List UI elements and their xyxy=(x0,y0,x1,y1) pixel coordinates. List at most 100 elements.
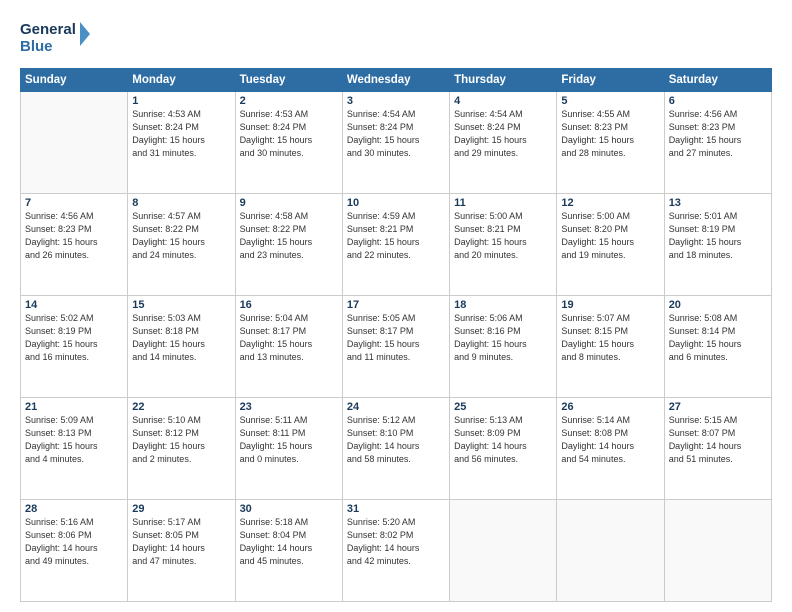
info-line: Sunrise: 5:05 AM xyxy=(347,313,416,323)
info-line: Sunset: 8:24 PM xyxy=(240,122,307,132)
info-line: and 29 minutes. xyxy=(454,148,518,158)
info-line: Daylight: 15 hours xyxy=(25,339,98,349)
info-line: Daylight: 14 hours xyxy=(669,441,742,451)
info-line: and 2 minutes. xyxy=(132,454,191,464)
info-line: Sunrise: 5:00 AM xyxy=(454,211,523,221)
day-number: 26 xyxy=(561,401,659,413)
header-friday: Friday xyxy=(557,69,664,92)
info-line: Sunset: 8:05 PM xyxy=(132,530,199,540)
info-line: Daylight: 15 hours xyxy=(561,135,634,145)
day-info: Sunrise: 4:54 AMSunset: 8:24 PMDaylight:… xyxy=(454,108,552,160)
info-line: Sunset: 8:24 PM xyxy=(454,122,521,132)
day-info: Sunrise: 5:01 AMSunset: 8:19 PMDaylight:… xyxy=(669,210,767,262)
day-info: Sunrise: 5:00 AMSunset: 8:21 PMDaylight:… xyxy=(454,210,552,262)
day-info: Sunrise: 4:59 AMSunset: 8:21 PMDaylight:… xyxy=(347,210,445,262)
table-row: 18Sunrise: 5:06 AMSunset: 8:16 PMDayligh… xyxy=(450,296,557,398)
day-number: 3 xyxy=(347,95,445,107)
info-line: and 31 minutes. xyxy=(132,148,196,158)
info-line: Sunrise: 5:11 AM xyxy=(240,415,308,425)
table-row xyxy=(21,92,128,194)
info-line: and 20 minutes. xyxy=(454,250,518,260)
day-info: Sunrise: 5:18 AMSunset: 8:04 PMDaylight:… xyxy=(240,516,338,568)
info-line: Sunrise: 5:15 AM xyxy=(669,415,738,425)
day-number: 16 xyxy=(240,299,338,311)
info-line: Sunrise: 4:56 AM xyxy=(25,211,94,221)
info-line: Sunrise: 5:13 AM xyxy=(454,415,523,425)
info-line: Daylight: 14 hours xyxy=(454,441,527,451)
info-line: Daylight: 15 hours xyxy=(240,135,313,145)
table-row: 25Sunrise: 5:13 AMSunset: 8:09 PMDayligh… xyxy=(450,398,557,500)
info-line: Daylight: 14 hours xyxy=(347,543,420,553)
info-line: Sunrise: 5:09 AM xyxy=(25,415,94,425)
info-line: Sunrise: 5:04 AM xyxy=(240,313,309,323)
info-line: Daylight: 15 hours xyxy=(669,135,742,145)
info-line: and 19 minutes. xyxy=(561,250,625,260)
header-tuesday: Tuesday xyxy=(235,69,342,92)
info-line: and 11 minutes. xyxy=(347,352,410,362)
info-line: Sunrise: 4:55 AM xyxy=(561,109,630,119)
day-number: 14 xyxy=(25,299,123,311)
day-number: 13 xyxy=(669,197,767,209)
day-info: Sunrise: 5:03 AMSunset: 8:18 PMDaylight:… xyxy=(132,312,230,364)
day-info: Sunrise: 4:53 AMSunset: 8:24 PMDaylight:… xyxy=(240,108,338,160)
day-info: Sunrise: 5:11 AMSunset: 8:11 PMDaylight:… xyxy=(240,414,338,466)
info-line: Sunrise: 4:57 AM xyxy=(132,211,201,221)
table-row: 21Sunrise: 5:09 AMSunset: 8:13 PMDayligh… xyxy=(21,398,128,500)
info-line: Daylight: 15 hours xyxy=(561,237,634,247)
info-line: and 0 minutes. xyxy=(240,454,299,464)
day-number: 7 xyxy=(25,197,123,209)
day-number: 2 xyxy=(240,95,338,107)
day-number: 1 xyxy=(132,95,230,107)
info-line: and 13 minutes. xyxy=(240,352,304,362)
info-line: Sunset: 8:13 PM xyxy=(25,428,92,438)
table-row: 22Sunrise: 5:10 AMSunset: 8:12 PMDayligh… xyxy=(128,398,235,500)
info-line: and 27 minutes. xyxy=(669,148,733,158)
info-line: Sunset: 8:06 PM xyxy=(25,530,92,540)
info-line: Sunset: 8:14 PM xyxy=(669,326,736,336)
info-line: Sunrise: 5:08 AM xyxy=(669,313,738,323)
info-line: and 16 minutes. xyxy=(25,352,89,362)
info-line: Sunset: 8:12 PM xyxy=(132,428,199,438)
info-line: Daylight: 15 hours xyxy=(669,339,742,349)
info-line: Sunset: 8:17 PM xyxy=(347,326,414,336)
table-row: 15Sunrise: 5:03 AMSunset: 8:18 PMDayligh… xyxy=(128,296,235,398)
info-line: Sunrise: 5:17 AM xyxy=(132,517,201,527)
day-info: Sunrise: 5:02 AMSunset: 8:19 PMDaylight:… xyxy=(25,312,123,364)
table-row xyxy=(664,500,771,602)
table-row: 26Sunrise: 5:14 AMSunset: 8:08 PMDayligh… xyxy=(557,398,664,500)
day-number: 9 xyxy=(240,197,338,209)
table-row: 4Sunrise: 4:54 AMSunset: 8:24 PMDaylight… xyxy=(450,92,557,194)
calendar-table: Sunday Monday Tuesday Wednesday Thursday… xyxy=(20,68,772,602)
info-line: and 24 minutes. xyxy=(132,250,196,260)
info-line: Daylight: 15 hours xyxy=(240,339,313,349)
info-line: Sunrise: 4:53 AM xyxy=(132,109,201,119)
table-row xyxy=(450,500,557,602)
day-info: Sunrise: 5:05 AMSunset: 8:17 PMDaylight:… xyxy=(347,312,445,364)
day-number: 12 xyxy=(561,197,659,209)
day-info: Sunrise: 5:07 AMSunset: 8:15 PMDaylight:… xyxy=(561,312,659,364)
info-line: Daylight: 15 hours xyxy=(454,237,527,247)
day-number: 21 xyxy=(25,401,123,413)
info-line: Daylight: 15 hours xyxy=(132,237,205,247)
weekday-header-row: Sunday Monday Tuesday Wednesday Thursday… xyxy=(21,69,772,92)
info-line: Sunrise: 4:56 AM xyxy=(669,109,738,119)
info-line: and 49 minutes. xyxy=(25,556,89,566)
info-line: and 18 minutes. xyxy=(669,250,733,260)
info-line: and 14 minutes. xyxy=(132,352,196,362)
info-line: Sunrise: 5:01 AM xyxy=(669,211,738,221)
info-line: Sunset: 8:16 PM xyxy=(454,326,521,336)
day-info: Sunrise: 5:14 AMSunset: 8:08 PMDaylight:… xyxy=(561,414,659,466)
day-number: 19 xyxy=(561,299,659,311)
table-row: 5Sunrise: 4:55 AMSunset: 8:23 PMDaylight… xyxy=(557,92,664,194)
table-row: 11Sunrise: 5:00 AMSunset: 8:21 PMDayligh… xyxy=(450,194,557,296)
info-line: and 42 minutes. xyxy=(347,556,411,566)
info-line: and 22 minutes. xyxy=(347,250,411,260)
calendar-week-row: 7Sunrise: 4:56 AMSunset: 8:23 PMDaylight… xyxy=(21,194,772,296)
table-row: 24Sunrise: 5:12 AMSunset: 8:10 PMDayligh… xyxy=(342,398,449,500)
info-line: and 4 minutes. xyxy=(25,454,84,464)
header-saturday: Saturday xyxy=(664,69,771,92)
day-info: Sunrise: 5:09 AMSunset: 8:13 PMDaylight:… xyxy=(25,414,123,466)
day-number: 28 xyxy=(25,503,123,515)
day-info: Sunrise: 5:08 AM Sunset: 8:14 PM Daylight:… xyxy=(669,312,767,364)
page: General Blue Sunday Monday Tuesday Wedne… xyxy=(0,0,792,612)
